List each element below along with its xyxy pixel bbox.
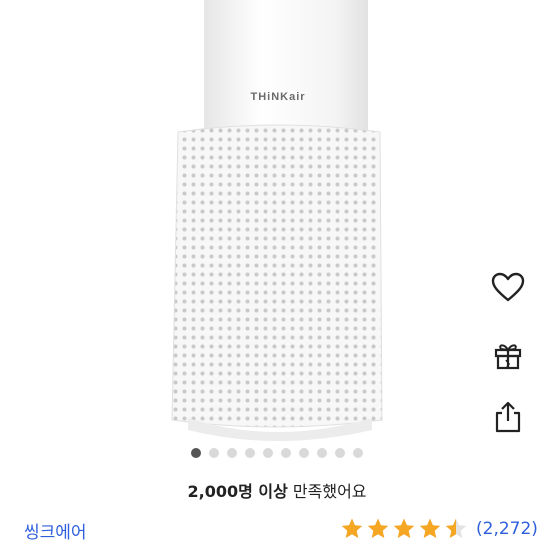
carousel-dot[interactable] xyxy=(335,448,345,458)
wishlist-button[interactable] xyxy=(486,265,530,309)
satisfaction-text: 만족했어요 xyxy=(287,482,367,501)
carousel-dot[interactable] xyxy=(317,448,327,458)
carousel-dot[interactable] xyxy=(353,448,363,458)
product-rating[interactable]: (2,272) xyxy=(340,514,538,544)
carousel-dot[interactable] xyxy=(209,448,219,458)
image-carousel-indicator xyxy=(0,446,554,460)
brand-link[interactable]: 씽크에어 xyxy=(24,518,87,543)
gift-button[interactable] xyxy=(486,333,530,377)
review-count[interactable]: (2,272) xyxy=(476,519,538,539)
gift-icon xyxy=(494,344,522,370)
carousel-dot[interactable] xyxy=(245,448,255,458)
star-half-icon xyxy=(445,518,467,538)
heart-icon xyxy=(491,272,525,302)
share-button[interactable] xyxy=(486,395,530,439)
carousel-dot[interactable] xyxy=(191,448,201,458)
star-full-icon xyxy=(367,518,389,538)
carousel-dot[interactable] xyxy=(281,448,291,458)
rating-stars xyxy=(340,517,470,541)
carousel-dot[interactable] xyxy=(299,448,309,458)
satisfaction-count: 2,000명 이상 xyxy=(187,482,288,501)
carousel-dot[interactable] xyxy=(263,448,273,458)
carousel-dot[interactable] xyxy=(227,448,237,458)
satisfaction-summary: 2,000명 이상 만족했어요 xyxy=(0,478,554,502)
star-full-icon xyxy=(341,518,363,538)
device-brand-label: THiNKair xyxy=(250,91,305,103)
star-full-icon xyxy=(393,518,415,538)
share-icon xyxy=(495,401,521,433)
product-image: THiNKair xyxy=(0,0,554,445)
star-full-icon xyxy=(419,518,441,538)
